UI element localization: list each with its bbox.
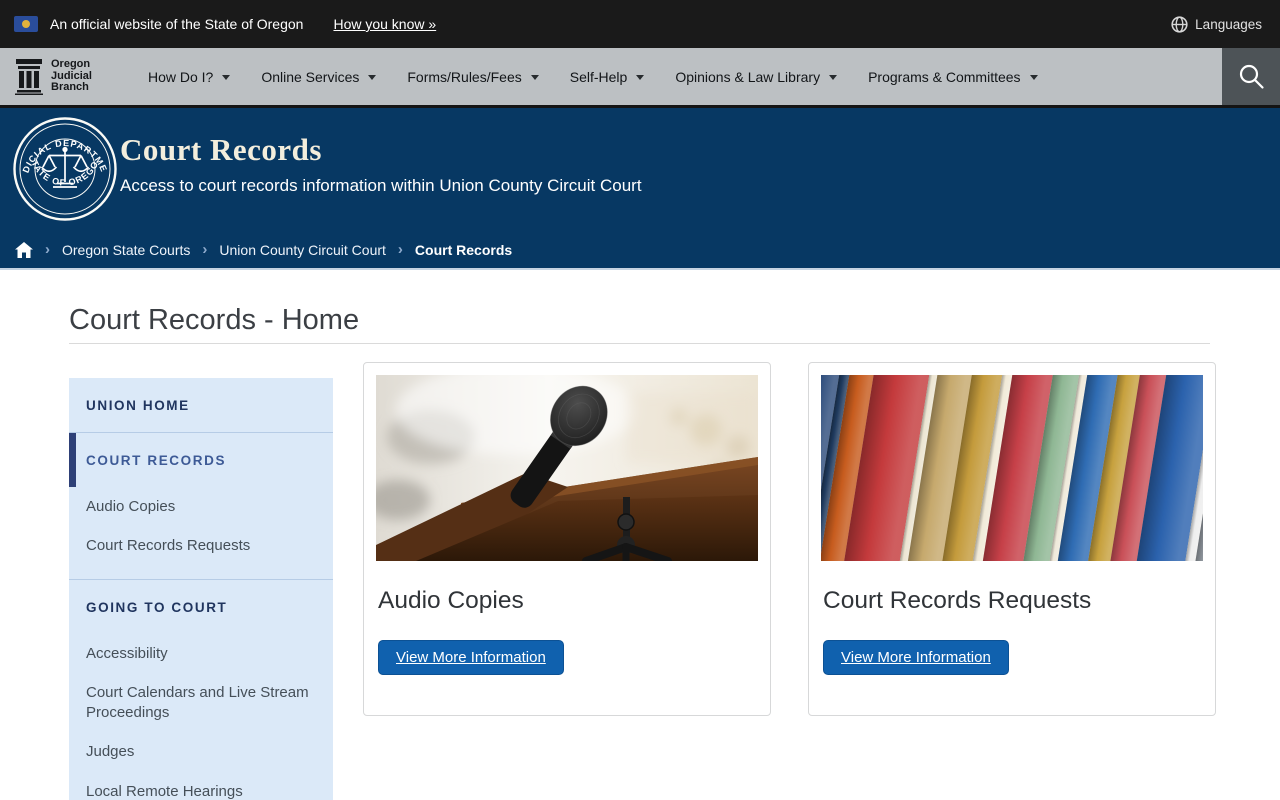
- pillar-icon: [15, 58, 43, 95]
- search-button[interactable]: [1222, 48, 1280, 105]
- official-website-text: An official website of the State of Oreg…: [50, 16, 304, 32]
- breadcrumb-separator: ›: [45, 240, 50, 258]
- card-title-court-records-requests: Court Records Requests: [823, 587, 1092, 614]
- nav-item-online-services[interactable]: Online Services: [261, 69, 377, 85]
- sidebar-item-union-home[interactable]: UNION HOME: [69, 378, 333, 432]
- audio-copies-photo: [376, 375, 758, 561]
- how-you-know-link[interactable]: How you know »: [333, 16, 436, 32]
- chevron-down-icon: [530, 75, 539, 84]
- sidebar-item-court-records-active[interactable]: COURT RECORDS: [69, 433, 333, 487]
- ojd-logo[interactable]: Oregon Judicial Branch: [14, 58, 92, 95]
- page-banner-title: Court Records: [120, 132, 322, 167]
- sidebar-item-going-to-court[interactable]: GOING TO COURT: [69, 580, 333, 634]
- card-title-audio-copies: Audio Copies: [378, 587, 524, 614]
- nav-item-programs-committees[interactable]: Programs & Committees: [868, 69, 1038, 85]
- sidebar-item-audio-copies[interactable]: Audio Copies: [69, 487, 333, 526]
- breadcrumb: › Oregon State Courts › Union County Cir…: [0, 232, 1280, 270]
- breadcrumb-union-county-circuit-court[interactable]: Union County Circuit Court: [219, 242, 386, 258]
- nav-item-self-help[interactable]: Self-Help: [570, 69, 645, 85]
- globe-icon: [1171, 15, 1188, 33]
- card-grid: Audio Copies View More Information Court…: [363, 362, 1216, 716]
- breadcrumb-oregon-state-courts[interactable]: Oregon State Courts: [62, 242, 190, 258]
- heading-divider: [69, 343, 1210, 344]
- breadcrumb-separator: ›: [202, 240, 208, 258]
- main-content: Court Records - Home UNION HOME COURT RE…: [0, 270, 1280, 800]
- chevron-down-icon: [368, 75, 377, 84]
- breadcrumb-current-court-records: Court Records: [414, 242, 513, 258]
- sidebar-item-judges[interactable]: Judges: [69, 732, 333, 771]
- sidebar-item-local-remote-hearings[interactable]: Local Remote Hearings: [69, 772, 333, 800]
- nav-item-how-do-i[interactable]: How Do I?: [148, 69, 231, 85]
- nav-item-forms-rules-fees[interactable]: Forms/Rules/Fees: [407, 69, 539, 85]
- card-audio-copies: Audio Copies View More Information: [363, 362, 771, 716]
- sidebar-item-court-calendars[interactable]: Court Calendars and Live Stream Proceedi…: [69, 673, 333, 733]
- utility-bar: An official website of the State of Oreg…: [0, 0, 1280, 48]
- view-more-information-button-court-records-requests[interactable]: View More Information: [823, 640, 1009, 675]
- hero-banner: JUDICIAL DEPARTMENT STATE OF OREGON Cour…: [0, 108, 1280, 232]
- sidebar-nav: UNION HOME COURT RECORDS Audio Copies Co…: [69, 378, 333, 800]
- languages-button[interactable]: Languages: [1171, 15, 1262, 33]
- sidebar-item-accessibility[interactable]: Accessibility: [69, 634, 333, 673]
- search-icon: [1239, 64, 1264, 89]
- chevron-down-icon: [636, 75, 645, 84]
- sidebar-item-court-records-requests[interactable]: Court Records Requests: [69, 526, 333, 565]
- chevron-down-icon: [222, 75, 231, 84]
- home-icon[interactable]: [15, 242, 33, 258]
- nav-menu: How Do I? Online Services Forms/Rules/Fe…: [148, 69, 1038, 85]
- page-title: Court Records - Home: [69, 304, 360, 336]
- breadcrumb-separator: ›: [397, 240, 403, 258]
- chevron-down-icon: [1029, 75, 1038, 84]
- main-nav: Oregon Judicial Branch How Do I? Online …: [0, 48, 1280, 105]
- languages-label: Languages: [1195, 16, 1262, 32]
- judicial-department-seal: JUDICIAL DEPARTMENT STATE OF OREGON: [13, 117, 117, 221]
- chevron-down-icon: [829, 75, 838, 84]
- folders-stripes: [821, 375, 1203, 561]
- oregon-flag-icon: [14, 16, 38, 32]
- card-court-records-requests: Court Records Requests View More Informa…: [808, 362, 1216, 716]
- court-records-requests-photo: [821, 375, 1203, 561]
- nav-item-opinions-law-library[interactable]: Opinions & Law Library: [675, 69, 838, 85]
- view-more-information-button-audio-copies[interactable]: View More Information: [378, 640, 564, 675]
- page-banner-subtitle: Access to court records information with…: [120, 176, 642, 195]
- ojd-logo-text: Oregon Judicial Branch: [51, 58, 92, 94]
